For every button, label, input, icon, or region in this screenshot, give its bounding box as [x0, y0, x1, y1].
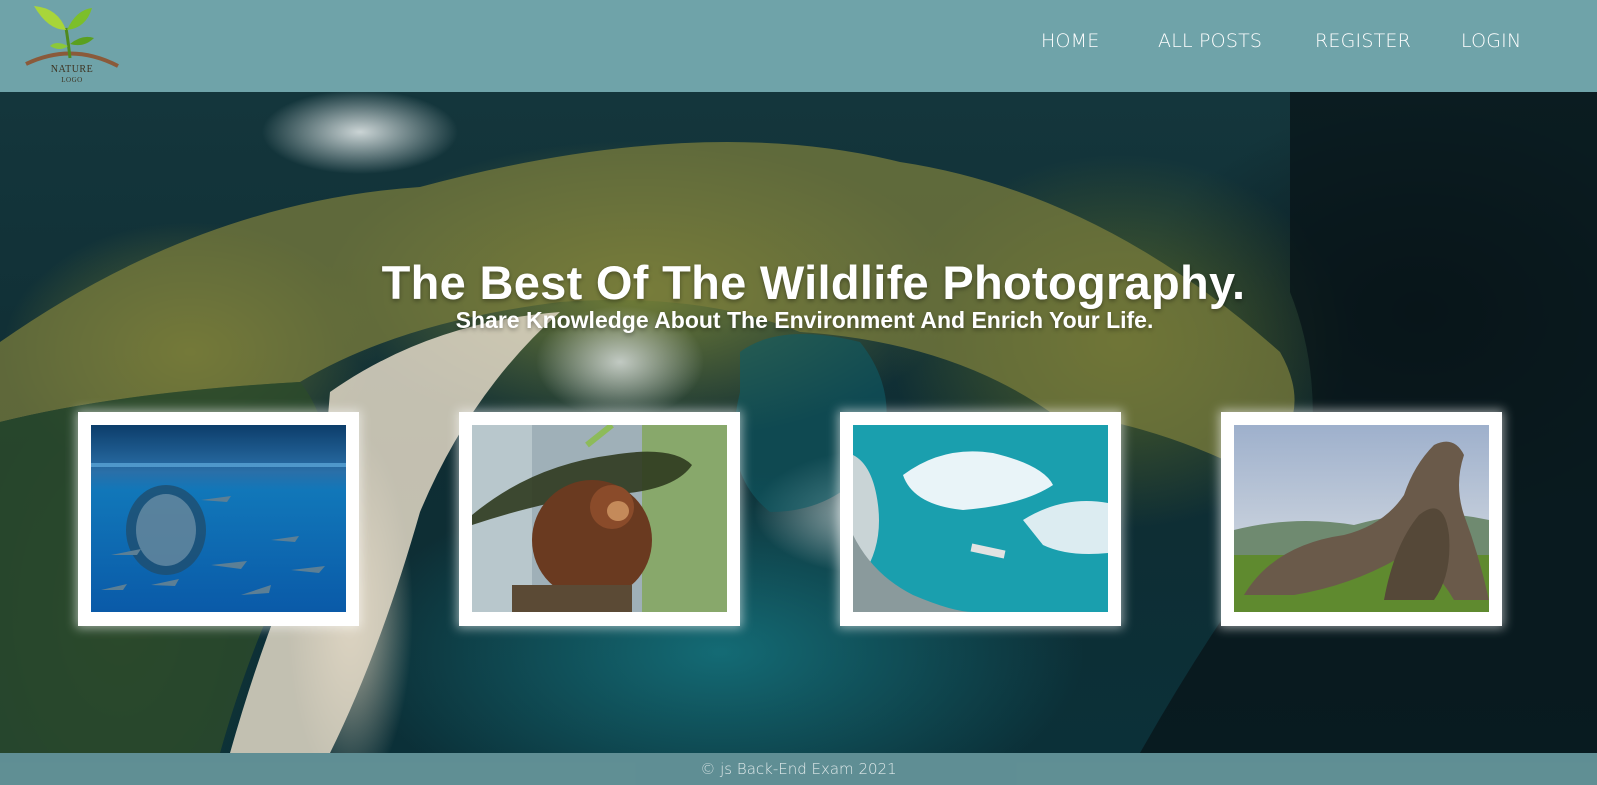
orangutan-photo	[472, 425, 727, 612]
hero-subtitle: Share Knowledge About The Environment An…	[455, 307, 1154, 333]
hero-title: The Best Of The Wildlife Photography.	[381, 256, 1246, 309]
logo-subtitle: LOGO	[61, 76, 83, 84]
nature-logo[interactable]: NATURE LOGO	[20, 0, 124, 90]
nav-all-posts[interactable]: ALL POSTS	[1158, 30, 1262, 52]
hero-section: The Best Of The Wildlife Photography. Sh…	[0, 92, 1597, 753]
komodo-dragons-photo	[1234, 425, 1489, 612]
footer-copyright: © js Back-End Exam 2021	[700, 760, 897, 778]
gallery-card-4[interactable]	[1221, 412, 1502, 626]
gallery-card-3[interactable]	[840, 412, 1121, 626]
site-footer: © js Back-End Exam 2021	[0, 753, 1597, 785]
nav-register[interactable]: REGISTER	[1315, 30, 1411, 52]
logo-title: NATURE	[50, 64, 94, 75]
dolphins-photo	[91, 425, 346, 612]
nav-login[interactable]: LOGIN	[1461, 30, 1521, 52]
iceberg-photo	[853, 425, 1108, 612]
gallery-card-2[interactable]	[459, 412, 740, 626]
nav-home[interactable]: HOME	[1041, 30, 1099, 52]
site-header: NATURE LOGO HOME ALL POSTS REGISTER LOGI…	[0, 0, 1597, 92]
gallery-card-1[interactable]	[78, 412, 359, 626]
